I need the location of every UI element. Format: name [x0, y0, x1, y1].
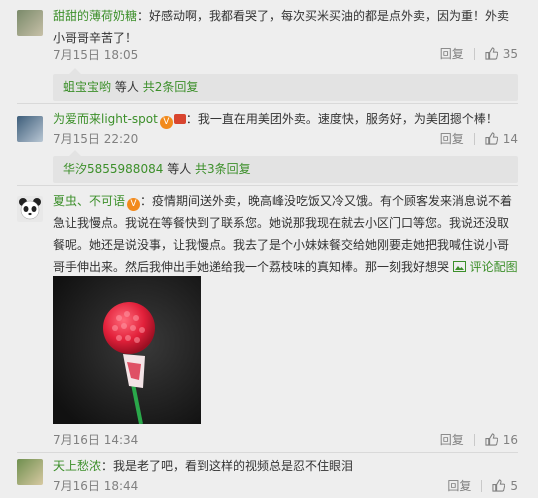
avatar[interactable] — [17, 459, 43, 485]
comment-actions: 回复 14 — [440, 130, 518, 147]
comment-text: 甜甜的薄荷奶糖：好感动啊，我都看哭了，每次买米买油的都是点外卖，因为重！外卖小哥… — [53, 9, 510, 45]
comment-username[interactable]: 为爱而来light-spot — [53, 112, 158, 126]
comment-body: 我一直在用美团外卖。速度快，服务好，为美团摁个棒！ — [197, 112, 498, 126]
picture-icon — [452, 261, 466, 272]
divider — [473, 47, 475, 60]
divider — [473, 433, 475, 446]
reply-suffix: 等人 — [167, 162, 192, 176]
like-count: 14 — [502, 131, 518, 146]
divider — [481, 479, 483, 492]
comment-text: 夏虫、不可语 V ：疫情期间送外卖，晚高峰没吃饭又冷又饿。有个顾客发来消息说不着急让… — [53, 194, 518, 274]
thumbs-up-icon — [485, 132, 498, 145]
reply-summary[interactable]: 蛆宝宝哟 等人 共2条回复 — [53, 68, 518, 101]
comment-text: 为爱而来light-spot V ：我一直在用美团外卖。速度快，服务好，为美团摁个棒… — [53, 112, 498, 129]
comment-username[interactable]: 天上愁浓 — [53, 459, 101, 473]
thumbs-up-icon — [485, 47, 498, 60]
reply-suffix: 等人 — [114, 80, 139, 94]
reply-arrow — [69, 150, 81, 156]
like-button[interactable]: 16 — [485, 433, 518, 447]
avatar[interactable] — [17, 10, 43, 36]
comment-time: 7月15日 18:05 — [53, 48, 139, 62]
comment-text: 天上愁浓：我是老了吧，看到这样的视频总是忍不住眼泪 — [53, 459, 354, 473]
panda-avatar-icon — [17, 196, 43, 222]
reply-summary[interactable]: 华汐5855988084 等人 共3条回复 — [53, 150, 518, 183]
reply-username[interactable]: 蛆宝宝哟 — [63, 80, 111, 94]
comment-username[interactable]: 夏虫、不可语 — [53, 194, 125, 208]
comment-photo[interactable] — [53, 276, 201, 424]
thumbs-up-icon — [492, 479, 506, 492]
thumbs-up-icon — [485, 433, 498, 446]
comment-time: 7月16日 14:34 — [53, 433, 139, 447]
reply-count-link[interactable]: 共3条回复 — [195, 162, 251, 176]
avatar[interactable] — [17, 196, 43, 222]
like-count: 5 — [510, 478, 518, 493]
reply-count-link[interactable]: 共2条回复 — [143, 80, 199, 94]
like-button[interactable]: 14 — [485, 132, 518, 146]
ribbon-icon — [173, 114, 186, 124]
comment-picture-label: 评论配图 — [469, 260, 518, 274]
comment-body: 我是老了吧，看到这样的视频总是忍不住眼泪 — [113, 459, 354, 473]
comment-time: 7月16日 18:44 — [53, 479, 139, 493]
like-count: 16 — [502, 432, 518, 447]
comment-divider — [17, 452, 518, 453]
comment-actions: 回复 16 — [440, 431, 518, 448]
reply-username[interactable]: 华汐5855988084 — [63, 162, 163, 176]
lollipop-photo — [53, 276, 201, 424]
reply-button[interactable]: 回复 — [440, 431, 464, 448]
vip-badge-icon: V — [127, 198, 141, 211]
vip-badge-icon: V — [159, 116, 173, 129]
like-count: 35 — [502, 46, 518, 61]
like-button[interactable]: 5 — [492, 479, 518, 493]
reply-button[interactable]: 回复 — [440, 130, 464, 147]
reply-button[interactable]: 回复 — [440, 45, 464, 62]
comment-divider — [17, 185, 518, 186]
reply-arrow — [69, 68, 81, 74]
comment-picture-link[interactable]: 评论配图 — [452, 260, 518, 274]
comment-actions: 回复 5 — [447, 477, 518, 494]
comment-time: 7月15日 22:20 — [53, 132, 139, 146]
avatar[interactable] — [17, 116, 43, 142]
comment-actions: 回复 35 — [440, 45, 518, 62]
like-button[interactable]: 35 — [485, 47, 518, 61]
comment-username[interactable]: 甜甜的薄荷奶糖 — [53, 9, 137, 23]
divider — [473, 132, 475, 145]
comment-divider — [17, 103, 518, 104]
reply-button[interactable]: 回复 — [447, 477, 471, 494]
